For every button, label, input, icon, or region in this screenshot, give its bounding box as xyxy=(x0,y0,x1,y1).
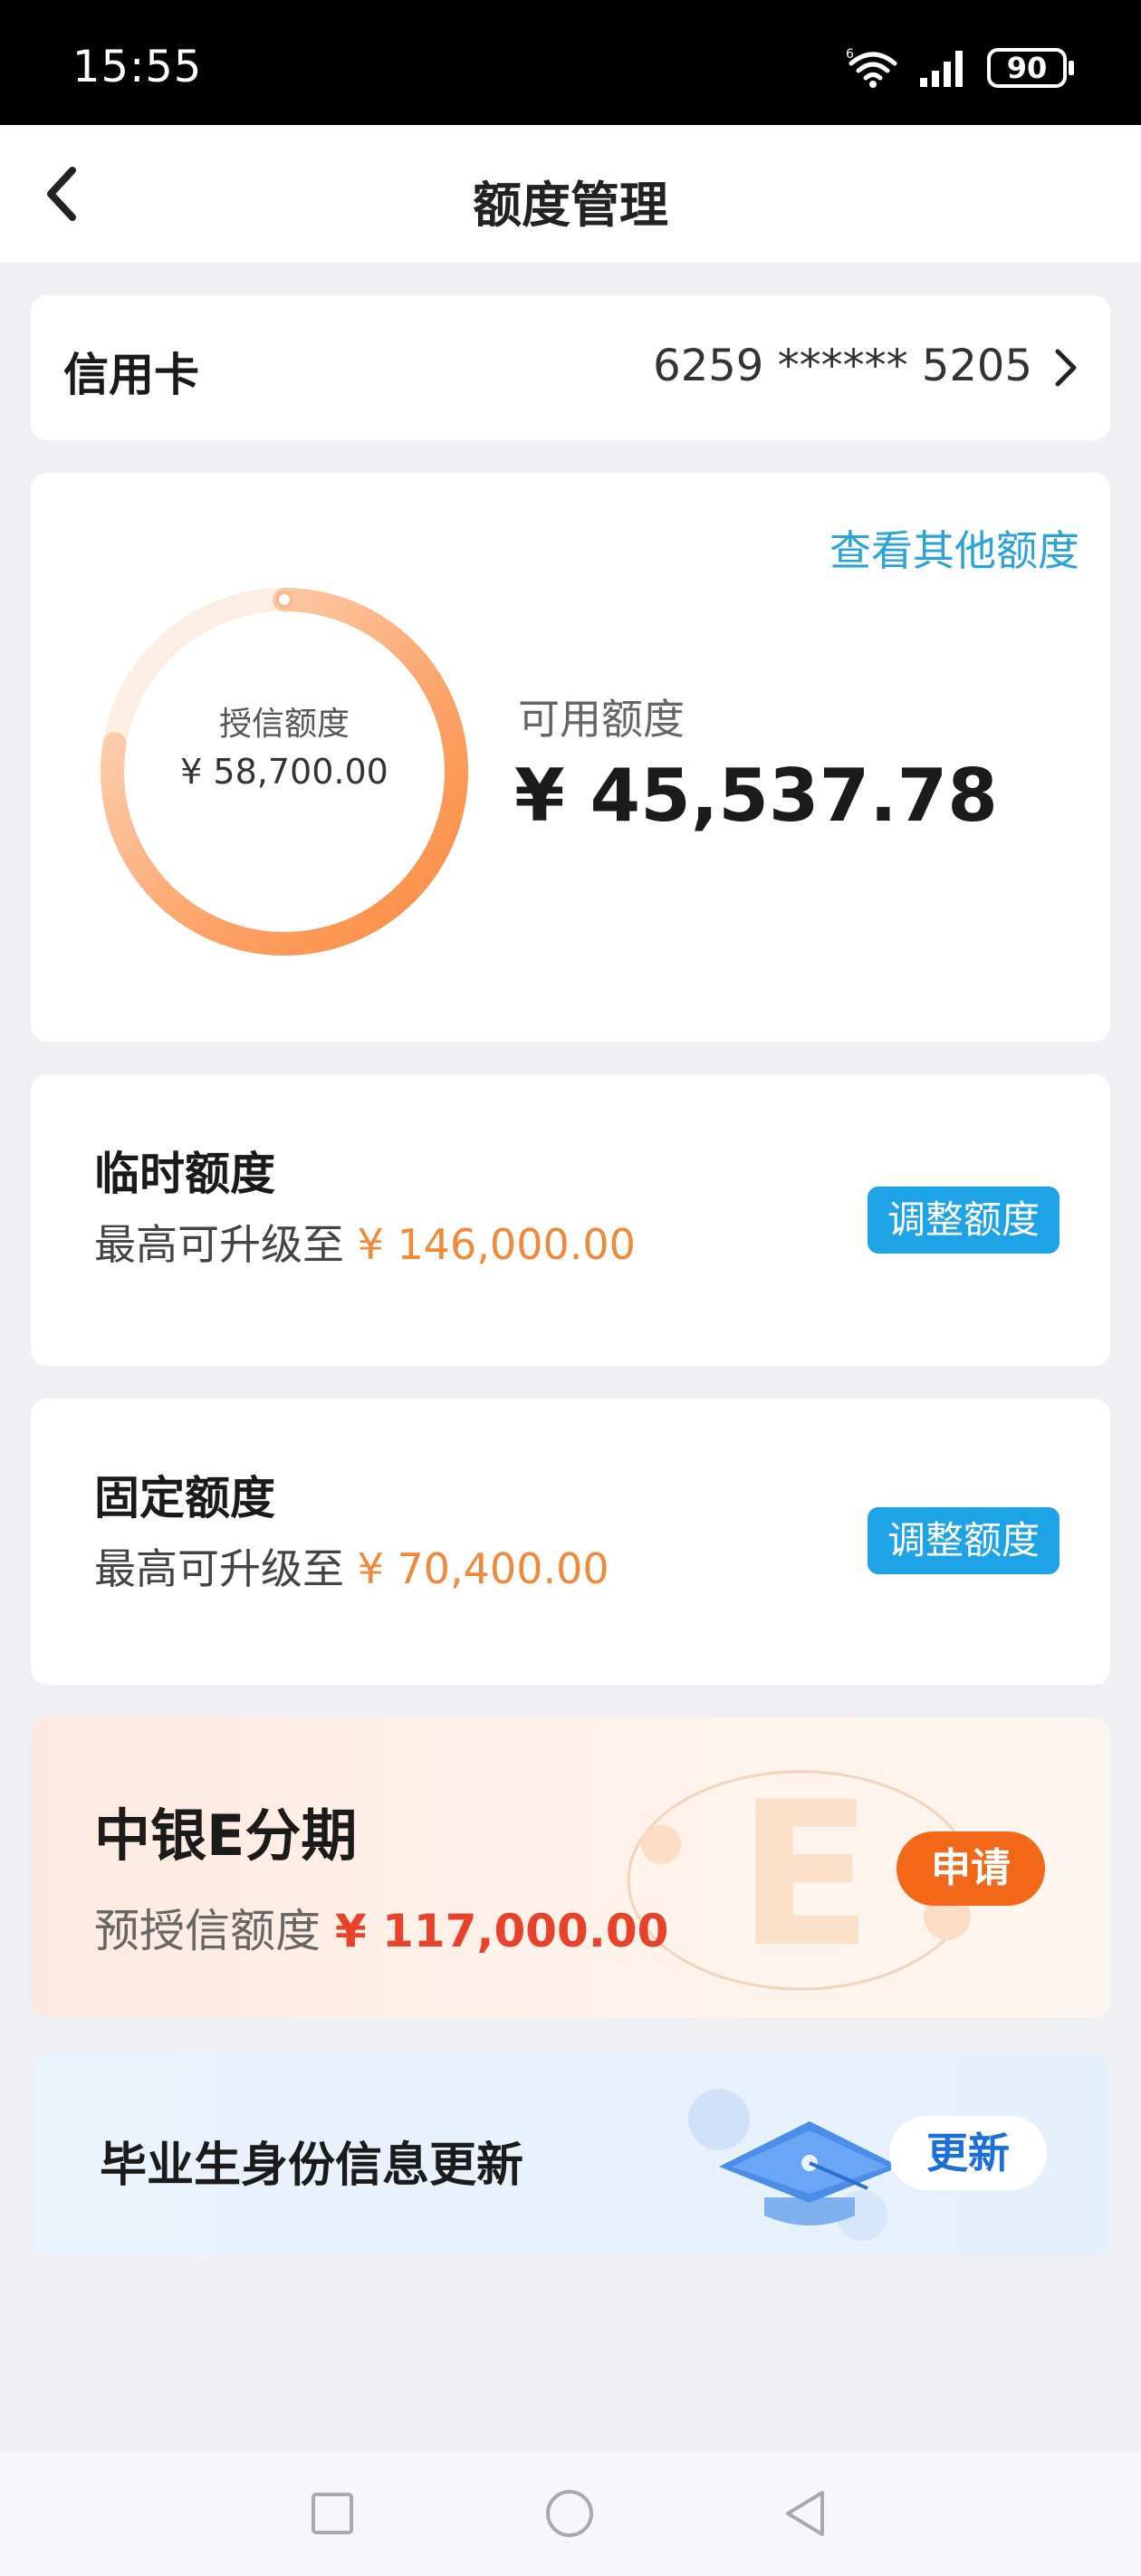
installment-title: 中银E分期 xyxy=(94,1802,358,1869)
system-nav-bar xyxy=(0,2451,1141,2576)
triangle-back-icon[interactable] xyxy=(775,2482,839,2545)
limit-overview-card: 查看其他额度 授信额度 ¥ 58,700.00 可用额度 ¥ 45,537.78 xyxy=(31,473,1110,1042)
temporary-limit-max-amount: ¥ 146,000.00 xyxy=(357,1220,636,1269)
wifi-icon: 6 xyxy=(846,47,897,88)
status-time: 15:55 xyxy=(72,42,203,92)
graduate-update-title: 毕业生身份信息更新 xyxy=(100,2139,524,2193)
status-icons: 6 90 xyxy=(846,47,1074,89)
account-type-label: 信用卡 xyxy=(63,349,199,401)
page-title: 额度管理 xyxy=(473,177,668,234)
svg-text:E: E xyxy=(737,1759,873,1991)
fixed-limit-max-amount: ¥ 70,400.00 xyxy=(357,1544,609,1593)
graduate-update-card[interactable]: 毕业生身份信息更新 更新 xyxy=(31,2052,1110,2257)
fixed-limit-card: 固定额度 最高可升级至 ¥ 70,400.00 调整额度 xyxy=(31,1399,1110,1685)
battery-indicator: 90 xyxy=(987,48,1074,88)
installment-subtitle: 预授信额度 ¥ 117,000.00 xyxy=(94,1895,668,1960)
credit-limit-amount: ¥ 58,700.00 xyxy=(180,752,388,792)
fixed-limit-subtitle: 最高可升级至 ¥ 70,400.00 xyxy=(94,1536,609,1596)
chevron-right-icon xyxy=(1055,349,1077,387)
square-icon[interactable] xyxy=(301,2482,364,2545)
svg-text:6: 6 xyxy=(846,47,854,62)
view-other-limits-link[interactable]: 查看其他额度 xyxy=(829,518,1079,578)
header: 额度管理 xyxy=(0,125,1141,263)
upgrade-prefix: 最高可升级至 xyxy=(94,1220,344,1269)
pre-credit-amount: ¥ 117,000.00 xyxy=(334,1905,669,1957)
fixed-limit-title: 固定额度 xyxy=(94,1472,275,1524)
temporary-limit-card: 临时额度 最高可升级至 ¥ 146,000.00 调整额度 xyxy=(31,1074,1110,1366)
account-card[interactable]: 信用卡 6259 ****** 5205 xyxy=(31,295,1110,440)
status-bar: 15:55 6 90 xyxy=(0,0,1141,125)
temporary-limit-title: 临时额度 xyxy=(94,1148,275,1200)
card-number: 6259 ****** 5205 xyxy=(653,341,1032,391)
upgrade-prefix: 最高可升级至 xyxy=(94,1544,344,1593)
credit-limit-label: 授信额度 xyxy=(218,706,350,743)
installment-promo-card[interactable]: E 中银E分期 预授信额度 ¥ 117,000.00 申请 xyxy=(31,1717,1110,2018)
available-limit-amount: ¥ 45,537.78 xyxy=(514,754,998,838)
circle-icon[interactable] xyxy=(538,2482,601,2545)
signal-icon xyxy=(920,51,963,87)
graduation-cap-icon xyxy=(688,2089,891,2241)
apply-button[interactable]: 申请 xyxy=(896,1831,1045,1906)
adjust-temporary-limit-button[interactable]: 调整额度 xyxy=(868,1187,1060,1254)
update-button[interactable]: 更新 xyxy=(889,2116,1047,2190)
temporary-limit-subtitle: 最高可升级至 ¥ 146,000.00 xyxy=(94,1212,636,1272)
ring-start-dot xyxy=(275,591,293,609)
available-limit-label: 可用额度 xyxy=(518,695,685,744)
adjust-fixed-limit-button[interactable]: 调整额度 xyxy=(868,1507,1060,1574)
pre-credit-label: 预授信额度 xyxy=(94,1905,321,1957)
